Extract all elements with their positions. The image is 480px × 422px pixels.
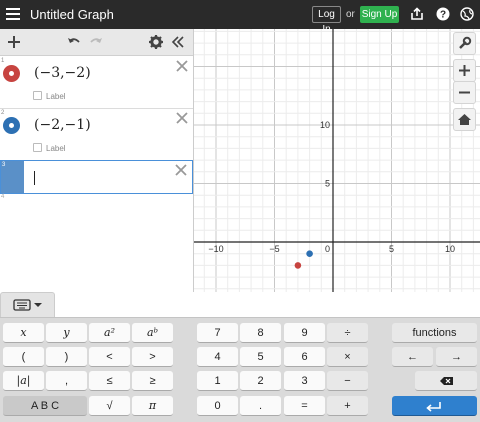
key-num-5[interactable]: 5 [240,347,281,367]
key-2-1[interactable]: , [46,371,87,391]
enter-key[interactable] [392,396,477,416]
redo-icon[interactable] [88,34,104,50]
delete-icon[interactable] [176,60,188,72]
key-0-0[interactable]: x [3,323,44,343]
wrench-icon [459,36,472,49]
keypad-toggle[interactable] [0,292,55,317]
graph-point [306,250,313,257]
key-num-9[interactable]: 9 [284,323,325,343]
login-button[interactable]: Log In [312,6,341,35]
graph-settings-button[interactable] [453,32,476,55]
svg-text:?: ? [440,10,446,21]
keypad: x y a² aᵇ () < > |a|, ≤ ≥ A B C √ π 7 8 9 ÷ 4 5 6 × 1 2 3− 0. = + f… [0,317,480,422]
backspace-key[interactable] [415,371,477,391]
key-num-0[interactable]: 0 [197,396,238,416]
delete-icon[interactable] [175,164,187,176]
expression-row-2[interactable]: 2 (−2,−1) Label [0,109,193,161]
help-icon[interactable]: ? [436,7,450,21]
key-3-0[interactable]: A B C [3,396,87,416]
key-num-÷[interactable]: ÷ [327,323,368,343]
globe-icon[interactable] [460,7,474,21]
row-number: 1 [1,58,5,64]
text-cursor [34,171,35,185]
zoom-out-icon [459,91,470,94]
x-tick-label: −10 [208,244,223,254]
key-num-+[interactable]: + [327,396,368,416]
expression-row-3[interactable]: 3 [0,160,193,194]
signup-button[interactable]: Sign Up [360,6,399,23]
color-toggle-icon[interactable] [3,65,20,82]
key-num-−[interactable]: − [327,371,368,391]
key-num-×[interactable]: × [327,347,368,367]
add-icon[interactable] [6,34,22,50]
key-num-2[interactable]: 2 [240,371,281,391]
key-2-2[interactable]: ≤ [89,371,130,391]
default-zoom-button[interactable] [453,108,476,131]
right-arrow-key[interactable]: → [436,347,477,367]
x-tick-label: −5 [269,244,279,254]
expression-row-1[interactable]: 1 (−3,−2) Label [0,57,193,109]
top-bar: Untitled Graph Log In or Sign Up ? [0,0,480,35]
row-gutter: 1 [0,57,23,108]
undo-icon[interactable] [66,34,82,50]
zoom-in-icon [459,65,470,76]
key-0-1[interactable]: y [46,323,87,343]
key-num-=[interactable]: = [284,396,325,416]
share-icon[interactable] [410,7,424,21]
y-tick-label: 5 [325,179,330,189]
row-number: 2 [1,110,5,116]
row-gutter: 2 [0,109,23,160]
graph-svg[interactable]: −10−50510105−5 [194,29,480,306]
x-tick-label: 0 [325,244,330,254]
left-arrow-key[interactable]: ← [392,347,433,367]
home-icon [458,114,471,125]
key-num-4[interactable]: 4 [197,347,238,367]
row-number: 4 [1,194,5,200]
key-1-1[interactable]: ) [46,347,87,367]
key-num-.[interactable]: . [240,396,281,416]
key-1-2[interactable]: < [89,347,130,367]
color-toggle-icon[interactable] [3,117,20,134]
collapse-icon[interactable] [170,34,186,50]
row-number: 3 [2,162,6,168]
expression-panel: 1 (−3,−2) Label 2 (−2,−1) Label 3 4 [0,29,194,292]
label-checkbox-text: Label [46,144,66,153]
key-3-2[interactable]: π [132,396,173,416]
row-gutter: 3 [1,161,24,193]
x-tick-label: 10 [445,244,455,254]
key-1-3[interactable]: > [132,347,173,367]
enter-icon [426,402,441,412]
zoom-in-button[interactable] [453,59,476,82]
expression-text[interactable]: (−3,−2) [34,65,91,81]
key-num-7[interactable]: 7 [197,323,238,343]
backspace-icon [440,377,453,385]
keyboard-icon [13,299,42,311]
label-checkbox[interactable]: Label [33,143,66,153]
key-num-3[interactable]: 3 [284,371,325,391]
graph-title[interactable]: Untitled Graph [30,7,114,22]
key-0-3[interactable]: aᵇ [132,323,173,343]
functions-button[interactable]: functions [392,323,477,343]
key-2-0[interactable]: |a| [3,371,44,391]
key-num-6[interactable]: 6 [284,347,325,367]
key-3-1[interactable]: √ [89,396,130,416]
label-checkbox-text: Label [46,92,66,101]
delete-icon[interactable] [176,112,188,124]
graph-canvas[interactable]: −10−50510105−5 [194,29,480,306]
y-tick-label: 10 [320,120,330,130]
gear-icon[interactable] [148,34,164,50]
key-num-8[interactable]: 8 [240,323,281,343]
x-tick-label: 5 [389,244,394,254]
hamburger-icon[interactable] [6,8,20,20]
key-0-2[interactable]: a² [89,323,130,343]
or-text: or [346,9,355,20]
label-checkbox[interactable]: Label [33,91,66,101]
zoom-out-button[interactable] [453,81,476,104]
key-2-3[interactable]: ≥ [132,371,173,391]
key-1-0[interactable]: ( [3,347,44,367]
graph-point [294,262,302,269]
key-num-1[interactable]: 1 [197,371,238,391]
expression-text[interactable]: (−2,−1) [34,117,91,133]
expression-toolbar [0,29,193,56]
